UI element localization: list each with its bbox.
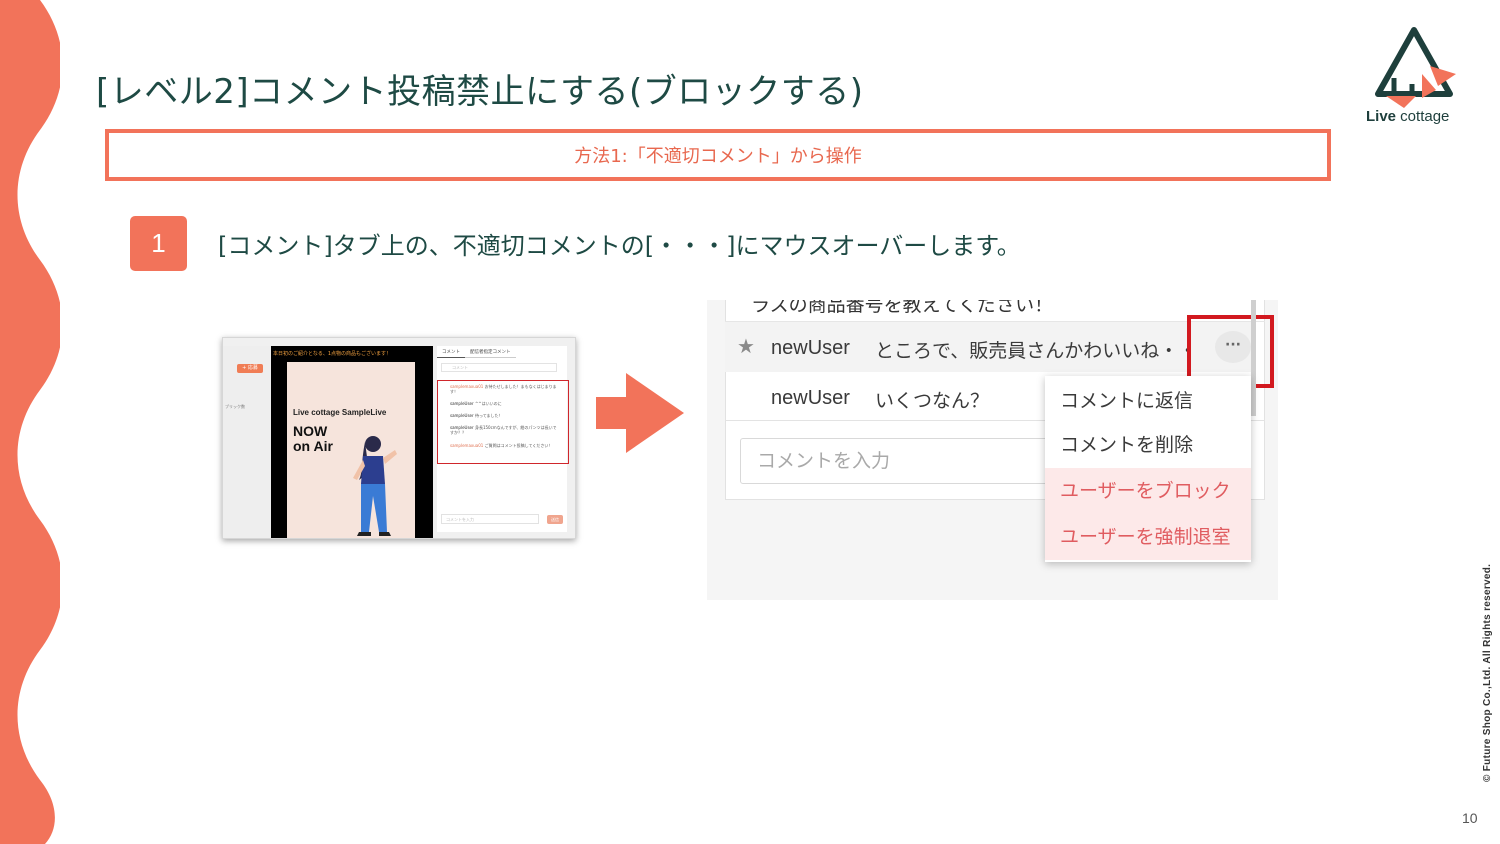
cut-off-comment: ラスの商品番号を教えてください！ [751, 300, 1054, 316]
comment-input[interactable]: コメントを入力 [740, 438, 1070, 484]
step-number-badge: 1 [130, 216, 187, 271]
screenshot-video-area: 本日初のご紹介となる、1点物の商品もございます！ Live cottage Sa… [271, 346, 433, 538]
screenshot-comment: sampleUser ^^はいいのに [450, 401, 502, 406]
screenshot-comment: samplemaxua01 お待たせしました！まもなくはじまります！ [450, 384, 557, 394]
screenshot-tabs: コメント 配信者指定コメント [437, 346, 567, 358]
screenshot-comment-input: コメントを入力 [441, 514, 539, 524]
screenshot-banner: 本日初のご紹介となる、1点物の商品もございます！ [273, 351, 392, 357]
screenshot-comment: sampleUser 待ってました！ [450, 413, 503, 418]
screenshot-comment: sampleUser 身長150cmなんですが、紺のパンツは長いですか？？ [450, 425, 557, 435]
screenshot-comment: samplemaxua01 ご質問はコメント投稿してください！ [450, 443, 553, 448]
logo-wordmark: Live cottage [1366, 108, 1450, 125]
woman-illustration-icon [353, 436, 397, 536]
comment-text: いくつなん？ [875, 390, 990, 412]
page-title: [レベル2]コメント投稿禁止にする(ブロックする) [96, 72, 864, 112]
screenshot-left-label: ブリック数 [225, 404, 245, 409]
decorative-wave-border [0, 0, 60, 844]
method-banner: 方法1:「不適切コメント」から操作 [105, 129, 1331, 181]
method-label: 方法1:「不適切コメント」から操作 [574, 146, 862, 167]
screenshot-send-button: 送信 [547, 515, 563, 524]
comment-text: ところで、販売員さんかわいいね・・ [875, 340, 1198, 362]
page-number: 10 [1462, 810, 1478, 826]
screenshot-highlighted-comments: samplemaxua01 お待たせしました！まもなくはじまります！ sampl… [437, 380, 569, 464]
screenshot-comment-panel: コメント 配信者指定コメント コメント samplemaxua01 お待たせしま… [437, 346, 569, 532]
screenshot-search: コメント [441, 363, 557, 372]
overview-screenshot: + 応募 ブリック数 本日初のご紹介となる、1点物の商品もございます！ Live… [222, 337, 576, 539]
menu-item-reply[interactable]: コメントに返信 [1045, 378, 1251, 424]
screenshot-live-poster: Live cottage SampleLive NOW on Air [287, 362, 415, 538]
screenshot-add-button: + 応募 [237, 364, 263, 373]
step-instruction: [コメント]タブ上の、不適切コメントの[・・・]にマウスオーバーします。 [218, 232, 1021, 260]
menu-item-kick-user[interactable]: ユーザーを強制退室 [1045, 514, 1251, 560]
menu-item-block-user[interactable]: ユーザーをブロック [1045, 468, 1251, 514]
screenshot-tab-comment: コメント [437, 346, 465, 358]
comment-username: newUser [771, 387, 850, 409]
screenshot-left-panel: + 応募 ブリック数 [223, 346, 271, 538]
star-icon: ★ [737, 334, 755, 358]
menu-item-delete[interactable]: コメントを削除 [1045, 422, 1251, 468]
comment-username: newUser [771, 337, 850, 359]
copyright-notice: © Future Shop Co.,Ltd. All Rights reserv… [1482, 563, 1493, 782]
screenshot-now-on-air: NOW on Air [293, 423, 333, 454]
screenshot-live-name: Live cottage SampleLive [293, 408, 387, 417]
comment-context-menu: コメントに返信 コメントを削除 ユーザーをブロック ユーザーを強制退室 [1045, 376, 1251, 562]
comment-scrollbar[interactable] [1251, 300, 1256, 416]
screenshot-tab-pinned: 配信者指定コメント [465, 346, 516, 358]
right-arrow-icon [596, 373, 684, 453]
zoomed-comment-screenshot: ラスの商品番号を教えてください！ ★ newUser ところで、販売員さんかわい… [707, 300, 1278, 600]
